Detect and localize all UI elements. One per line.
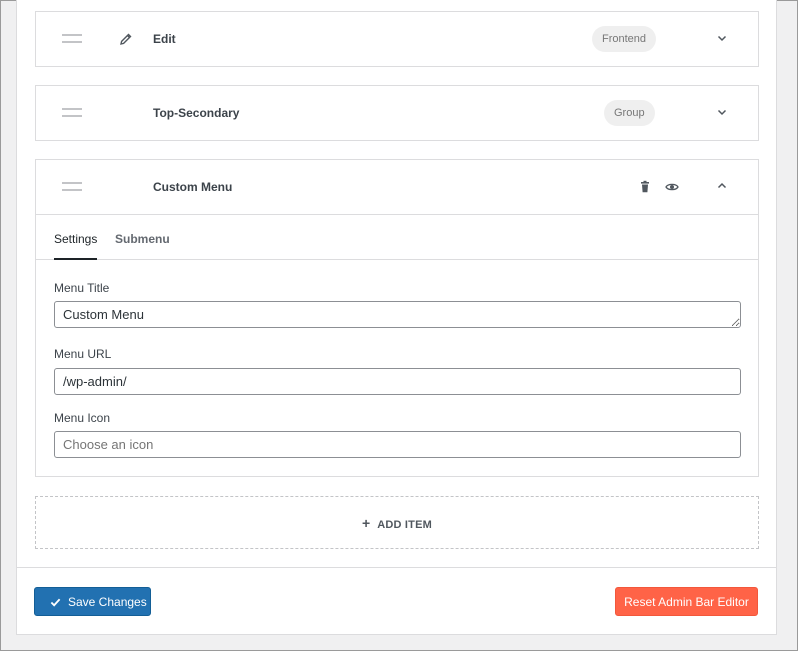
chevron-down-icon[interactable] bbox=[716, 32, 728, 44]
reset-label: Reset Admin Bar Editor bbox=[624, 595, 749, 609]
menu-item-custom-menu[interactable]: Custom Menu Settings Submenu Menu Title … bbox=[35, 159, 759, 477]
trash-icon[interactable] bbox=[638, 180, 652, 194]
pencil-icon bbox=[120, 33, 132, 45]
menu-title-label: Menu Title bbox=[54, 281, 110, 295]
drag-handle-icon[interactable] bbox=[62, 182, 82, 191]
save-changes-label: Save Changes bbox=[68, 595, 147, 609]
tab-settings[interactable]: Settings bbox=[54, 232, 98, 260]
menu-icon-field[interactable] bbox=[54, 431, 741, 458]
chevron-down-icon[interactable] bbox=[716, 106, 728, 118]
menu-item-title: Custom Menu bbox=[153, 180, 233, 194]
drag-handle-icon[interactable] bbox=[62, 34, 82, 43]
menu-item-header[interactable]: Edit Frontend bbox=[36, 12, 758, 66]
tab-submenu[interactable]: Submenu bbox=[115, 232, 170, 246]
menu-item-edit[interactable]: Edit Frontend bbox=[35, 11, 759, 67]
chevron-up-icon[interactable] bbox=[716, 180, 728, 192]
save-changes-button[interactable]: Save Changes bbox=[34, 587, 151, 616]
settings-form: Menu Title Custom Menu Menu URL Menu Ico… bbox=[36, 260, 758, 476]
menu-item-title: Edit bbox=[153, 32, 176, 46]
drag-handle-icon[interactable] bbox=[62, 108, 82, 117]
add-item-label: ADD ITEM bbox=[377, 519, 432, 531]
add-item-button[interactable]: + ADD ITEM bbox=[35, 496, 759, 549]
menu-item-title: Top-Secondary bbox=[153, 106, 240, 120]
menu-item-top-secondary[interactable]: Top-Secondary Group bbox=[35, 85, 759, 141]
checkmark-icon bbox=[50, 598, 61, 607]
eye-icon[interactable] bbox=[665, 180, 679, 194]
status-badge: Group bbox=[604, 100, 655, 126]
menu-url-label: Menu URL bbox=[54, 347, 112, 361]
status-badge: Frontend bbox=[592, 26, 657, 52]
menu-url-field[interactable] bbox=[54, 368, 741, 395]
reset-admin-bar-editor-button[interactable]: Reset Admin Bar Editor bbox=[615, 587, 758, 616]
item-tabs: Settings Submenu bbox=[36, 214, 758, 260]
plus-icon: + bbox=[361, 515, 371, 531]
menu-title-field[interactable]: Custom Menu bbox=[54, 301, 741, 328]
footer-bar: Save Changes Reset Admin Bar Editor bbox=[17, 567, 776, 635]
admin-bar-editor-panel: Edit Frontend Top-Secondary Group Custom… bbox=[16, 0, 777, 635]
menu-icon-label: Menu Icon bbox=[54, 411, 111, 425]
menu-item-header[interactable]: Custom Menu bbox=[36, 160, 758, 214]
menu-item-header[interactable]: Top-Secondary Group bbox=[36, 86, 758, 140]
